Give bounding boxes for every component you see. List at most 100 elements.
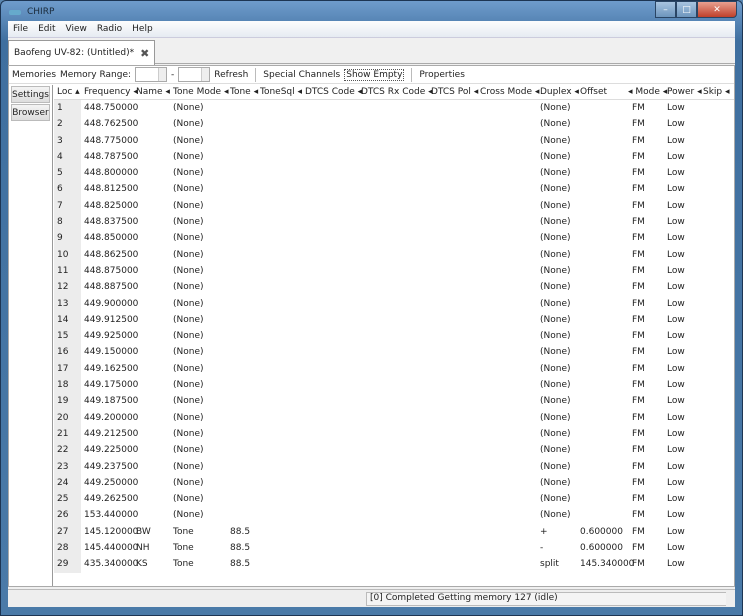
cell[interactable]: FM [632,119,645,129]
cell[interactable]: 435.340000 [84,559,138,569]
cell[interactable]: NH [136,543,150,553]
cell[interactable]: FM [632,299,645,309]
cell[interactable]: Low [667,510,685,520]
cell[interactable]: 88.5 [230,559,250,569]
cell[interactable]: Low [667,315,685,325]
cell[interactable]: FM [632,136,645,146]
cell[interactable]: Tone [173,559,194,569]
cell[interactable]: FM [632,250,645,260]
cell[interactable]: (None) [540,282,571,292]
cell[interactable]: 0.600000 [580,543,623,553]
cell[interactable]: 21 [54,425,81,443]
cell[interactable]: 28 [54,540,81,557]
cell[interactable]: FM [632,445,645,455]
cell[interactable]: KS [136,559,148,569]
cell[interactable]: Tone [173,543,194,553]
refresh-button[interactable]: Refresh [214,70,248,80]
table-row[interactable]: 21 449.212500 (None) (None) FM Low [54,425,734,443]
table-row[interactable]: 7 448.825000 (None) (None) FM Low [54,197,734,215]
cell[interactable]: 449.162500 [84,364,138,374]
cell[interactable]: (None) [173,315,204,325]
table-row[interactable]: 24 449.250000 (None) (None) FM Low [54,474,734,492]
column-header[interactable]: Offset [580,87,607,97]
table-row[interactable]: 13 449.900000 (None) (None) FM Low [54,295,734,312]
cell[interactable]: 13 [54,295,81,312]
table-row[interactable]: 19 449.187500 (None) (None) FM Low [54,393,734,410]
cell[interactable]: 449.237500 [84,462,138,472]
cell[interactable]: 19 [54,393,81,410]
cell[interactable]: 449.175000 [84,380,138,390]
cell[interactable]: (None) [540,119,571,129]
cell[interactable]: (None) [173,233,204,243]
cell[interactable]: Low [667,445,685,455]
cell[interactable]: Tone [173,527,194,537]
cell[interactable]: (None) [173,331,204,341]
cell[interactable]: 145.440000 [84,543,138,553]
cell[interactable]: - [540,543,543,553]
cell[interactable]: (None) [173,347,204,357]
cell[interactable]: (None) [173,462,204,472]
cell[interactable]: 9 [54,230,81,247]
table-row[interactable]: 1 448.750000 (None) (None) FM Low [54,100,734,117]
column-header[interactable]: DTCS Pol ◂ [431,87,478,97]
table-row[interactable]: 11 448.875000 (None) (None) FM Low [54,262,734,280]
cell[interactable]: Low [667,478,685,488]
column-header[interactable]: Duplex ◂ [540,87,579,97]
cell[interactable]: 449.150000 [84,347,138,357]
cell[interactable]: Low [667,233,685,243]
cell[interactable]: 23 [54,458,81,475]
cell[interactable]: (None) [173,119,204,129]
cell[interactable]: (None) [540,494,571,504]
cell[interactable]: 14 [54,311,81,329]
cell[interactable]: 448.750000 [84,103,138,113]
column-header[interactable]: Tone Mode ◂ [173,87,228,97]
menu-radio[interactable]: Radio [92,24,127,34]
cell[interactable]: 448.800000 [84,168,138,178]
browser-tab[interactable]: Browser [11,104,50,121]
column-header[interactable]: Tone ◂ [230,87,258,97]
table-row[interactable]: 9 448.850000 (None) (None) FM Low [54,230,734,247]
cell[interactable]: (None) [540,315,571,325]
cell[interactable]: FM [632,217,645,227]
cell[interactable]: Low [667,103,685,113]
cell[interactable]: (None) [173,299,204,309]
table-row[interactable]: 2 448.762500 (None) (None) FM Low [54,116,734,133]
column-header[interactable]: Frequency ◂ [84,87,138,97]
table-row[interactable]: 8 448.837500 (None) (None) FM Low [54,214,734,231]
cell[interactable]: 3 [54,132,81,149]
cell[interactable]: 449.225000 [84,445,138,455]
column-header[interactable]: ◂ Mode ◂ [628,87,667,97]
cell[interactable]: 8 [54,214,81,231]
cell[interactable]: (None) [173,510,204,520]
cell[interactable]: Low [667,413,685,423]
cell[interactable]: FM [632,364,645,374]
cell[interactable]: Low [667,136,685,146]
cell[interactable]: 2 [54,116,81,133]
column-header[interactable]: Skip ◂ [703,87,730,97]
cell[interactable]: 10 [54,246,81,263]
cell[interactable]: 1 [54,100,81,117]
cell[interactable]: (None) [540,396,571,406]
cell[interactable]: FM [632,103,645,113]
table-row[interactable]: 16 449.150000 (None) (None) FM Low [54,344,734,361]
cell[interactable]: Low [667,543,685,553]
cell[interactable]: (None) [540,184,571,194]
cell[interactable]: FM [632,413,645,423]
cell[interactable]: 26 [54,507,81,524]
cell[interactable]: 448.837500 [84,217,138,227]
cell[interactable]: 449.925000 [84,331,138,341]
cell[interactable]: FM [632,494,645,504]
cell[interactable]: Low [667,119,685,129]
cell[interactable]: Low [667,266,685,276]
cell[interactable]: Low [667,347,685,357]
table-row[interactable]: 25 449.262500 (None) (None) FM Low [54,491,734,508]
table-row[interactable]: 12 448.887500 (None) (None) FM Low [54,279,734,296]
cell[interactable]: (None) [173,396,204,406]
table-row[interactable]: 15 449.925000 (None) (None) FM Low [54,328,734,345]
cell[interactable]: Low [667,184,685,194]
cell[interactable]: BW [136,527,151,537]
cell[interactable]: 449.912500 [84,315,138,325]
cell[interactable]: 11 [54,262,81,280]
cell[interactable]: FM [632,347,645,357]
cell[interactable]: Low [667,527,685,537]
